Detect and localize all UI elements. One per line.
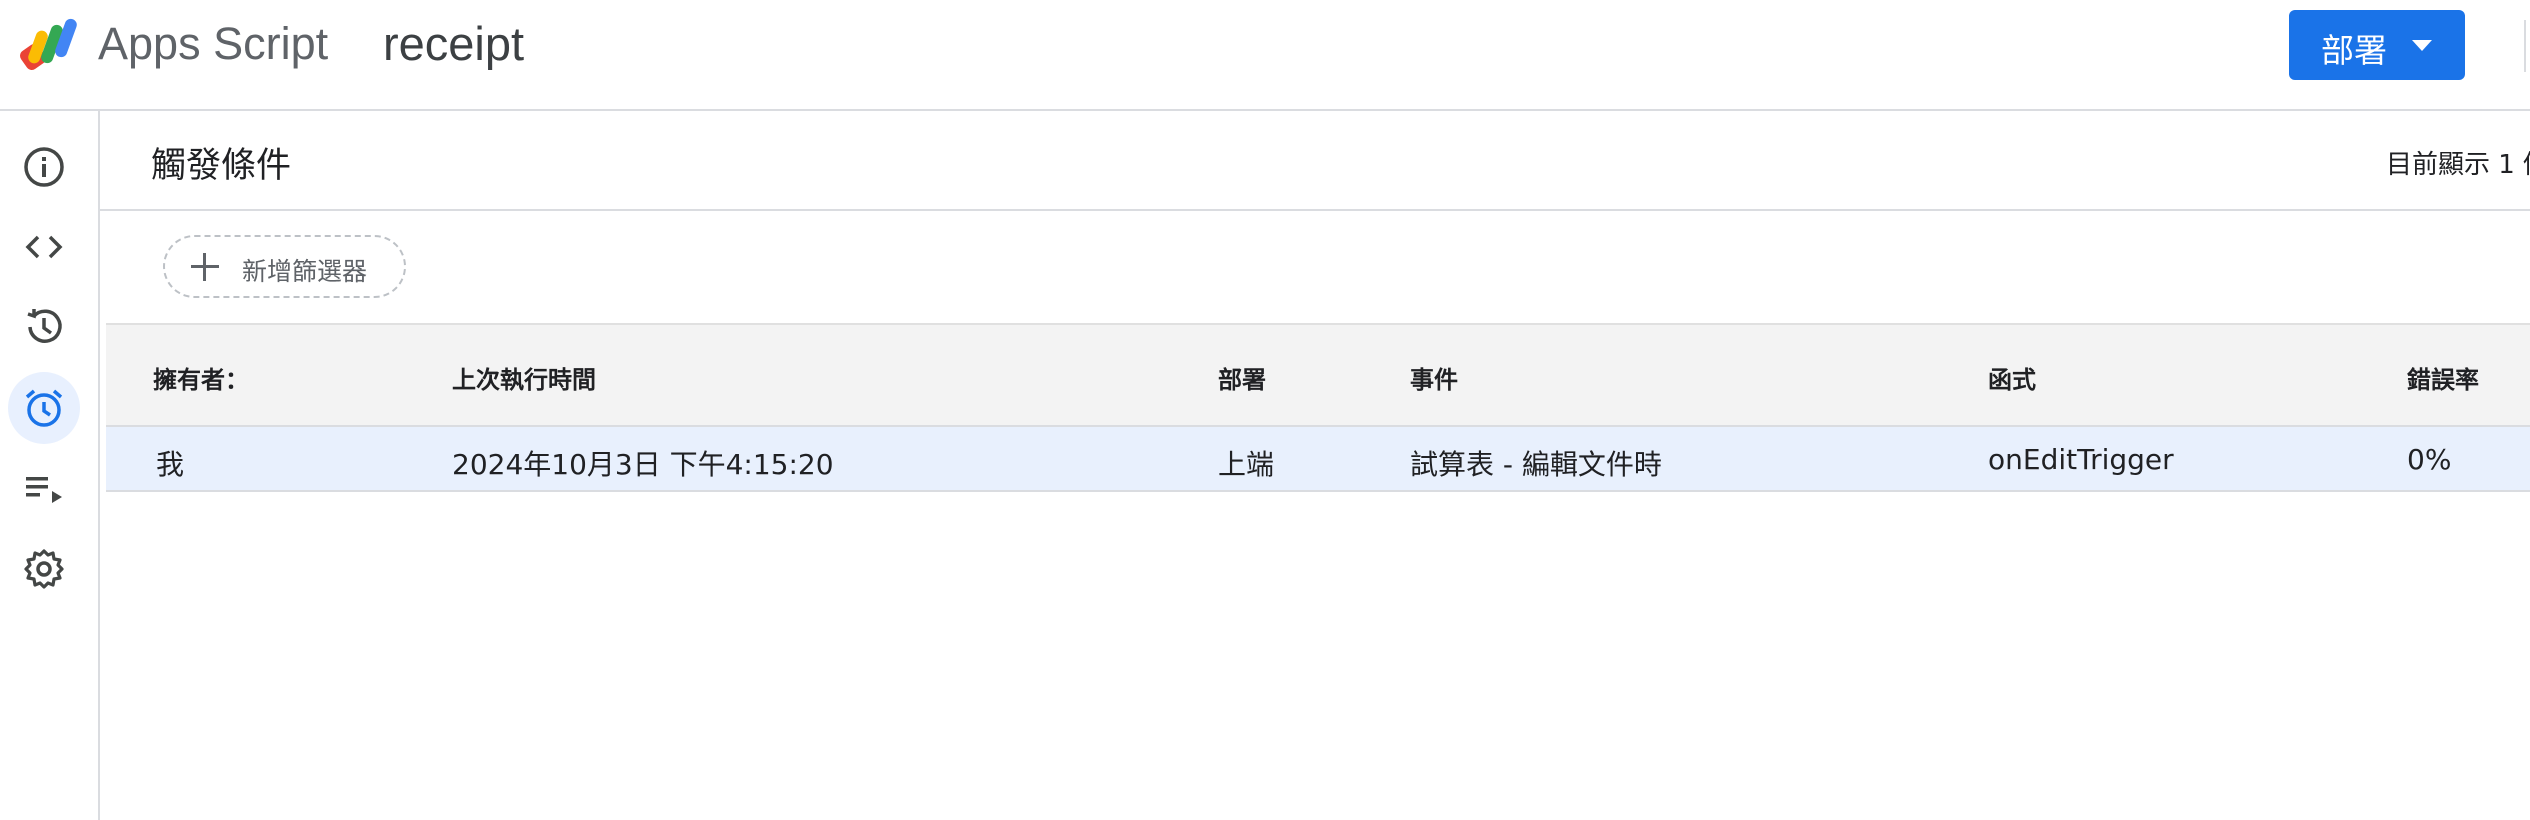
- sidebar-item-history[interactable]: [8, 291, 80, 363]
- add-filter-button[interactable]: 新增篩選器: [163, 235, 406, 298]
- cell-last-run: 2024年10月3日 下午4:15:20: [452, 448, 834, 481]
- column-header-event[interactable]: 事件: [1410, 360, 1458, 395]
- page-title: 觸發條件: [151, 146, 292, 186]
- column-header-error-rate[interactable]: 錯誤率: [2407, 360, 2479, 395]
- caret-down-icon[interactable]: [2412, 40, 2432, 51]
- sidebar-item-editor[interactable]: [8, 211, 80, 283]
- add-filter-label: 新增篩選器: [242, 257, 368, 286]
- header-divider: [2524, 20, 2526, 72]
- title-bar: 觸發條件 目前顯示 1 個: [100, 111, 2530, 211]
- cell-deployment: 上端: [1218, 448, 1275, 481]
- app-name[interactable]: Apps Script: [98, 18, 328, 70]
- sidebar-item-settings[interactable]: [8, 533, 80, 605]
- deploy-button-label: 部署: [2321, 31, 2387, 70]
- deploy-button[interactable]: 部署: [2289, 10, 2465, 80]
- table-row[interactable]: 我 2024年10月3日 下午4:15:20 上端 試算表 - 編輯文件時 on…: [106, 427, 2530, 492]
- app-header: Apps Script receipt 部署: [0, 0, 2530, 111]
- column-header-owner[interactable]: 擁有者：: [153, 360, 249, 395]
- cell-function: onEditTrigger: [1988, 443, 2174, 476]
- plus-icon: [191, 253, 219, 281]
- column-header-deployment[interactable]: 部署: [1218, 360, 1266, 395]
- info-icon: [24, 147, 64, 187]
- cell-error-rate: 0%: [2407, 443, 2452, 476]
- playlist-play-icon: [26, 477, 62, 503]
- sidebar-item-triggers[interactable]: [8, 372, 80, 444]
- cell-owner: 我: [156, 448, 185, 481]
- sidebar-nav: [0, 111, 100, 820]
- sidebar-item-executions[interactable]: [8, 453, 80, 525]
- sidebar-item-overview[interactable]: [8, 131, 80, 203]
- alarm-icon: [25, 389, 63, 427]
- main-content: 觸發條件 目前顯示 1 個 新增篩選器 擁有者： 上次執行時間 部署 事件 函式…: [100, 111, 2530, 820]
- code-icon: [25, 235, 63, 259]
- result-count: 目前顯示 1 個: [2386, 150, 2530, 180]
- column-header-function[interactable]: 函式: [1988, 360, 2036, 395]
- gear-icon: [24, 549, 64, 589]
- project-name[interactable]: receipt: [383, 16, 524, 71]
- column-header-last-run[interactable]: 上次執行時間: [452, 360, 596, 395]
- table-header-row: 擁有者： 上次執行時間 部署 事件 函式 錯誤率: [106, 323, 2530, 427]
- apps-script-logo-icon[interactable]: [18, 16, 86, 72]
- cell-event: 試算表 - 編輯文件時: [1410, 448, 1662, 481]
- history-icon: [27, 309, 62, 343]
